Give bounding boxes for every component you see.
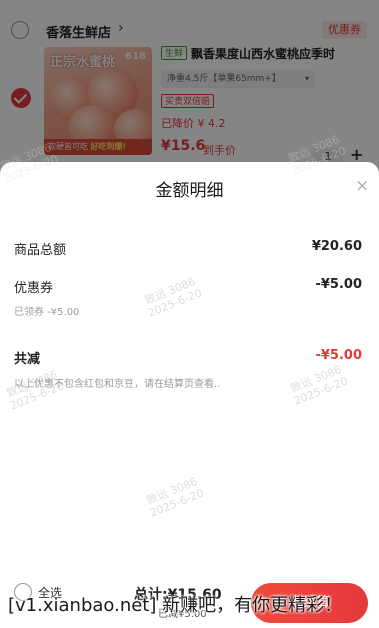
sheet-title: 金额明细 [155, 181, 224, 201]
total-discount-label: 共减 [14, 352, 41, 367]
coupon-value: -¥5.00 [315, 277, 362, 292]
watermark-text: 致远 3086 2025-6-20 [144, 474, 206, 520]
coupon-label: 优惠券 [14, 281, 54, 296]
close-icon[interactable]: × [355, 176, 369, 196]
site-watermark: [v1.xianbao.net] 新赚吧，有你更精彩！ [8, 595, 343, 616]
watermark-text: 致远 3086 2025-6-20 [288, 362, 350, 408]
total-discount-value: -¥5.00 [315, 348, 362, 363]
discount-disclaimer: 以上优惠不包含红包和京豆，请在结算页查看.. [14, 379, 221, 390]
coupon-sub-note: 已领券 -¥5.00 [14, 307, 80, 318]
watermark-text: 致远 3086 2025-6-20 [142, 274, 204, 320]
goods-total-label: 商品总额 [14, 243, 67, 258]
amount-detail-sheet: 金额明细 × 商品总额 ¥20.60 优惠券 -¥5.00 已领券 -¥5.00… [0, 162, 379, 580]
goods-total-value: ¥20.60 [311, 239, 362, 254]
